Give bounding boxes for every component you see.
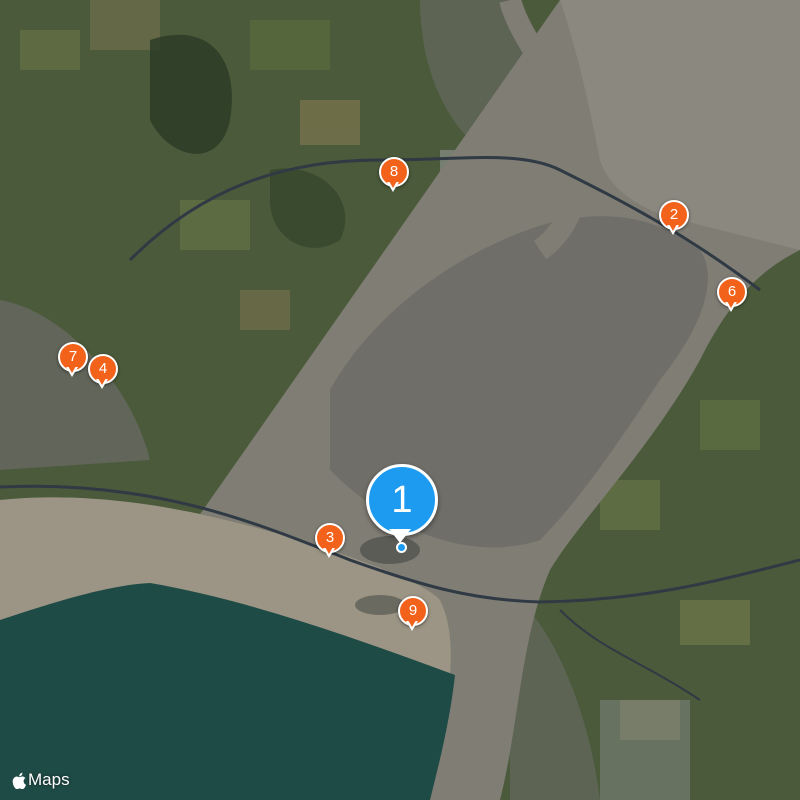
- map-pin-4[interactable]: 4: [87, 354, 118, 390]
- maps-attribution[interactable]: Maps: [12, 770, 70, 790]
- map-pin-7[interactable]: 7: [57, 342, 88, 378]
- apple-logo-icon: [12, 772, 26, 789]
- pin-pointer: [387, 181, 399, 192]
- map-pin-8[interactable]: 8: [378, 157, 409, 193]
- pin-pointer: [667, 224, 679, 235]
- selected-pin-pointer: [389, 529, 411, 543]
- map-pin-3[interactable]: 3: [314, 523, 345, 559]
- selected-pin-label: 1: [366, 464, 438, 536]
- map-view[interactable]: 8 2 6 7 4 3 9 1 Maps: [0, 0, 800, 800]
- map-pin-6[interactable]: 6: [716, 277, 747, 313]
- map-pin-2[interactable]: 2: [658, 200, 689, 236]
- pin-pointer: [725, 301, 737, 312]
- attribution-text: Maps: [28, 770, 70, 789]
- location-dot: [396, 542, 407, 553]
- pin-pointer: [66, 366, 78, 377]
- map-pin-9[interactable]: 9: [397, 596, 428, 632]
- pin-pointer: [96, 378, 108, 389]
- selected-map-pin-1[interactable]: 1: [365, 463, 439, 553]
- pin-pointer: [323, 547, 335, 558]
- satellite-imagery: [0, 0, 800, 800]
- pin-pointer: [406, 620, 418, 631]
